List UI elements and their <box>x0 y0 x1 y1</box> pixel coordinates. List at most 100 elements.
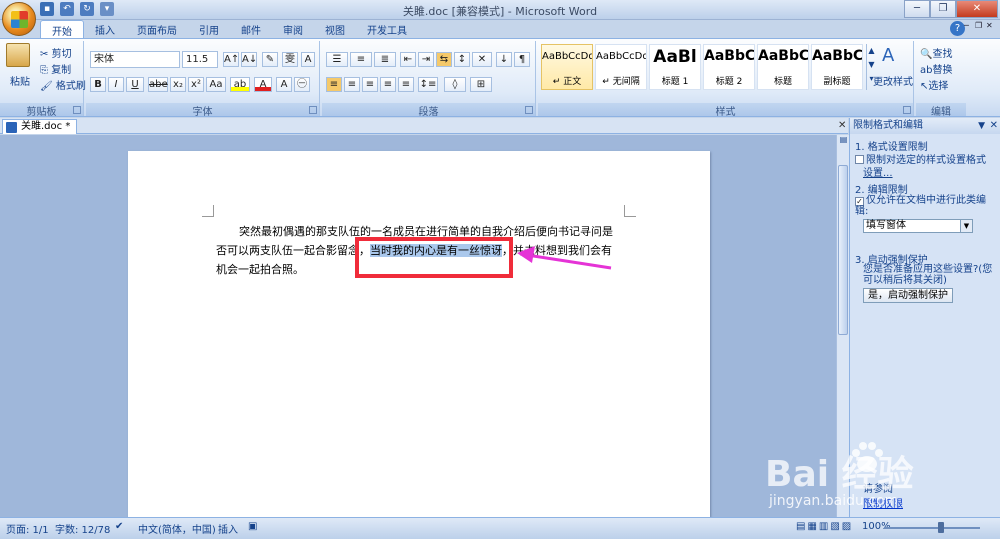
find-button[interactable]: 🔍查找 <box>920 45 952 60</box>
line-spacing-icon[interactable]: ↕≡ <box>418 77 438 92</box>
pane-menu-icon[interactable]: ▼ <box>978 118 985 134</box>
document-page[interactable]: 突然最初偶遇的那支队伍的一名成员在进行简单的自我介绍后便向书记寻问是否可以两支队… <box>128 151 710 517</box>
restore-icon[interactable]: ❐ <box>975 21 985 35</box>
close-icon[interactable]: ✕ <box>986 21 996 35</box>
tab-insert[interactable]: 插入 <box>84 20 126 38</box>
help-icon[interactable]: ? <box>950 21 965 36</box>
select-button[interactable]: ↖选择 <box>920 77 948 92</box>
cut-button[interactable]: ✂ 剪切 <box>40 45 72 60</box>
increase-indent-icon[interactable]: ⇥ <box>418 52 434 67</box>
align-right-icon[interactable]: ≡ <box>362 77 378 92</box>
change-styles-button[interactable]: 更改样式 <box>873 73 913 88</box>
style-title[interactable]: AaBbC 标题 <box>757 44 809 90</box>
align-center-icon[interactable]: ≡ <box>344 77 360 92</box>
borders-icon[interactable]: ⊞ <box>470 77 492 92</box>
select-label: 选择 <box>928 81 949 92</box>
justify-icon[interactable]: ≡ <box>380 77 396 92</box>
editing-restriction-checkbox[interactable]: ✓ 仅允许在文档中进行此类编辑: <box>855 195 995 217</box>
sort-az-icon[interactable]: ↓ <box>496 52 512 67</box>
replace-button[interactable]: ab替换 <box>920 61 952 76</box>
decrease-indent-icon[interactable]: ⇤ <box>400 52 416 67</box>
paste-icon[interactable] <box>6 43 30 67</box>
language-indicator[interactable]: 中文(简体，中国) <box>138 521 216 536</box>
style-subtitle[interactable]: AaBbC 副标题 <box>811 44 863 90</box>
tab-view[interactable]: 视图 <box>314 20 356 38</box>
pane-close-icon[interactable]: ✕ <box>990 118 998 134</box>
phonetic-guide-icon[interactable]: 雯 <box>282 52 298 67</box>
restrict-permission-link[interactable]: 限制权限 <box>863 495 903 510</box>
tab-home[interactable]: 开始 <box>40 20 84 38</box>
tab-page-layout[interactable]: 页面布局 <box>126 20 188 38</box>
italic-icon[interactable]: I <box>108 77 124 92</box>
minimize-icon[interactable]: ─ <box>964 21 974 35</box>
style-no-spacing[interactable]: AaBbCcDd ↵ 无间隔 <box>595 44 647 90</box>
tab-references[interactable]: 引用 <box>188 20 230 38</box>
style-heading-1[interactable]: AaBl 标题 1 <box>649 44 701 90</box>
style-normal[interactable]: AaBbCcDd ↵ 正文 <box>541 44 593 90</box>
view-buttons-icon[interactable]: ▤▦▥▧▨ <box>796 521 853 532</box>
start-enforcing-button[interactable]: 是，启动强制保护 <box>863 288 953 303</box>
close-document-icon[interactable]: ✕ <box>838 120 846 131</box>
sort-icon[interactable]: ↕ <box>454 52 470 67</box>
align-left-icon[interactable]: ≡ <box>326 77 342 92</box>
maximize-button[interactable]: ❐ <box>930 0 956 18</box>
font-color-icon[interactable]: A <box>254 77 272 92</box>
enclose-char-icon[interactable]: ㊀ <box>294 77 310 92</box>
word-count[interactable]: 字数: 12/78 <box>55 521 110 536</box>
bold-icon[interactable]: B <box>90 77 106 92</box>
macro-record-icon[interactable]: ▣ <box>248 521 257 532</box>
char-border-icon[interactable]: A <box>301 52 315 67</box>
proofing-icon[interactable]: ✔ <box>115 521 123 532</box>
highlight-color-icon[interactable]: ab <box>230 77 250 92</box>
underline-icon[interactable]: U <box>126 77 144 92</box>
strikethrough-icon[interactable]: abe <box>148 77 168 92</box>
asian-layout-icon[interactable]: ✕ <box>472 52 492 67</box>
char-shading-icon[interactable]: A <box>276 77 292 92</box>
shrink-font-icon[interactable]: A↓ <box>241 52 257 67</box>
text-direction-icon[interactable]: ⇆ <box>436 52 452 67</box>
show-marks-icon[interactable]: ¶ <box>514 52 530 67</box>
clipboard-launcher-icon[interactable] <box>73 106 81 114</box>
minimize-button[interactable]: ─ <box>904 0 930 18</box>
bullets-icon[interactable]: ☰ <box>326 52 348 67</box>
format-painter-button[interactable]: 🖌 格式刷 <box>40 77 86 92</box>
subscript-icon[interactable]: x₂ <box>170 77 186 92</box>
office-logo-icon <box>11 11 28 28</box>
scroll-thumb[interactable] <box>838 165 848 335</box>
copy-button[interactable]: ⎘ 复制 <box>40 61 71 76</box>
font-size-combo[interactable]: 11.5 <box>182 51 218 68</box>
word-doc-icon <box>6 122 17 133</box>
change-case-icon[interactable]: Aa <box>206 77 226 92</box>
clear-format-icon[interactable]: ✎ <box>262 52 278 67</box>
document-tab-bar: 关雎.doc * ✕ <box>0 118 848 134</box>
zoom-slider[interactable] <box>884 527 980 529</box>
insert-mode[interactable]: 插入 <box>218 521 238 536</box>
shading-icon[interactable]: ◊ <box>444 77 466 92</box>
document-tab[interactable]: 关雎.doc * <box>2 119 78 134</box>
tab-review[interactable]: 审阅 <box>272 20 314 38</box>
superscript-icon[interactable]: x² <box>188 77 204 92</box>
change-styles-icon[interactable]: A <box>882 45 894 66</box>
edit-type-select[interactable]: 填写窗体 ▼ <box>863 219 973 233</box>
style-name: ↵ 正文 <box>552 77 582 87</box>
styles-launcher-icon[interactable] <box>903 106 911 114</box>
close-button[interactable]: ✕ <box>956 0 998 18</box>
vertical-scrollbar[interactable]: ▤ <box>836 135 849 517</box>
tab-developer[interactable]: 开发工具 <box>356 20 418 38</box>
style-heading-2[interactable]: AaBbC 标题 2 <box>703 44 755 90</box>
paragraph-launcher-icon[interactable] <box>525 106 533 114</box>
font-name-combo[interactable]: 宋体 <box>90 51 180 68</box>
zoom-slider-thumb[interactable] <box>938 522 944 533</box>
tab-mailings[interactable]: 邮件 <box>230 20 272 38</box>
style-name: 标题 <box>773 77 792 87</box>
page-count[interactable]: 页面: 1/1 <box>6 521 49 536</box>
settings-link[interactable]: 设置... <box>863 164 893 179</box>
font-launcher-icon[interactable] <box>309 106 317 114</box>
grow-font-icon[interactable]: A↑ <box>223 52 239 67</box>
distribute-icon[interactable]: ≡ <box>398 77 414 92</box>
clipboard-group-label: 剪贴板 <box>0 103 83 118</box>
numbering-icon[interactable]: ≡ <box>350 52 372 67</box>
office-button[interactable] <box>2 2 36 36</box>
multilevel-list-icon[interactable]: ≣ <box>374 52 396 67</box>
paste-button[interactable]: 粘贴 <box>10 73 30 88</box>
